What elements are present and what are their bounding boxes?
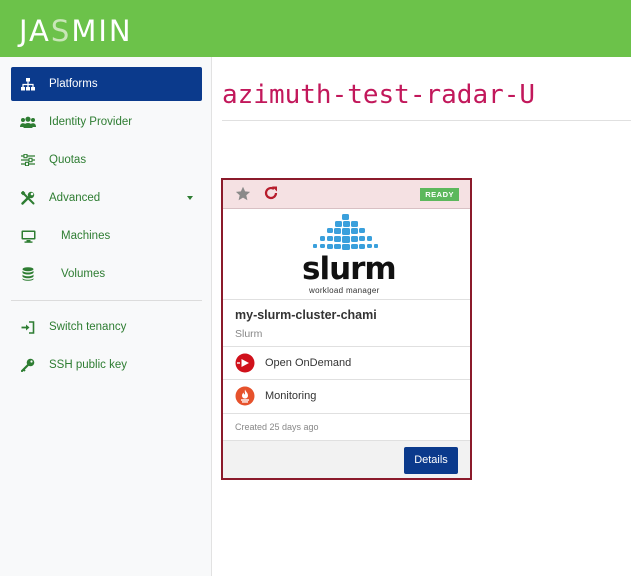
desktop-icon	[20, 228, 36, 244]
users-icon	[20, 114, 36, 130]
sidebar-item-label: SSH public key	[49, 359, 127, 371]
sidebar-item-label: Advanced	[49, 192, 101, 204]
card-header: READY	[223, 180, 470, 209]
title-divider	[222, 120, 631, 121]
slurm-logo: slurm workload manager	[223, 210, 470, 300]
sidebar-item-label: Identity Provider	[49, 116, 133, 128]
open-ondemand-icon	[235, 353, 255, 373]
sidebar-item-platforms[interactable]: Platforms	[11, 67, 202, 101]
service-link-open-ondemand[interactable]: Open OnDemand	[223, 346, 470, 379]
page-title: azimuth-test-radar-U	[222, 80, 536, 110]
star-icon[interactable]	[235, 186, 251, 202]
logo-text-a: JA	[19, 14, 51, 48]
service-label: Monitoring	[265, 390, 317, 402]
tools-icon	[20, 190, 36, 206]
status-badge: READY	[420, 188, 459, 201]
service-label: Open OnDemand	[265, 357, 352, 369]
slurm-dots-graphic	[313, 214, 378, 250]
database-icon	[20, 266, 36, 282]
cluster-name: my-slurm-cluster-chami	[235, 308, 377, 322]
sidebar-item-switch-tenancy[interactable]: Switch tenancy	[11, 310, 202, 344]
chevron-down-icon	[187, 196, 193, 200]
created-timestamp: Created 25 days ago	[223, 413, 470, 440]
service-link-monitoring[interactable]: Monitoring	[223, 379, 470, 412]
sidebar-item-identity-provider[interactable]: Identity Provider	[11, 105, 202, 139]
card-footer: Details	[223, 440, 470, 478]
top-bar: JASMIN	[0, 0, 631, 57]
sidebar-item-volumes[interactable]: Volumes	[11, 257, 202, 291]
platform-card: READY slurm workload manager my-slurm-cl…	[221, 178, 472, 480]
logo-text-b: S	[50, 14, 72, 48]
refresh-icon[interactable]	[263, 185, 279, 201]
cluster-type: Slurm	[235, 328, 263, 340]
sidebar: Platforms Identity Provider Quotas Advan…	[0, 57, 212, 576]
slurm-wordmark: slurm	[302, 251, 397, 287]
sidebar-item-machines[interactable]: Machines	[11, 219, 202, 253]
sitemap-icon	[20, 76, 36, 92]
sidebar-item-label: Machines	[61, 230, 111, 242]
sidebar-item-ssh-public-key[interactable]: SSH public key	[11, 348, 202, 382]
sidebar-divider	[11, 300, 202, 301]
sidebar-item-label: Switch tenancy	[49, 321, 127, 333]
sidebar-item-label: Platforms	[49, 78, 98, 90]
sidebar-item-label: Volumes	[61, 268, 106, 280]
sliders-icon	[20, 152, 36, 168]
sign-in-icon	[20, 319, 36, 335]
sidebar-item-label: Quotas	[49, 154, 87, 166]
slurm-tagline: workload manager	[309, 286, 380, 295]
prometheus-icon	[235, 386, 255, 406]
sidebar-item-advanced[interactable]: Advanced	[11, 181, 202, 215]
key-icon	[20, 357, 36, 373]
jasmin-logo[interactable]: JASMIN	[19, 14, 133, 48]
logo-text-c: MIN	[71, 14, 133, 48]
details-button[interactable]: Details	[404, 447, 458, 474]
sidebar-item-quotas[interactable]: Quotas	[11, 143, 202, 177]
